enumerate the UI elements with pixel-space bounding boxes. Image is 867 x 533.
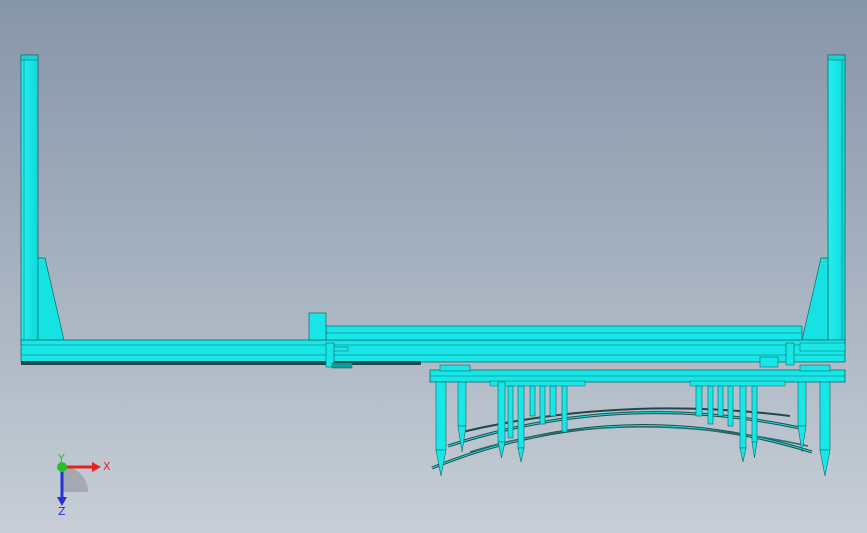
- base-beam[interactable]: [20, 312, 846, 369]
- y-axis-label: Y: [57, 452, 65, 465]
- x-axis-label: X: [103, 460, 111, 473]
- fixture-platform[interactable]: [429, 364, 846, 387]
- right-upright-post[interactable]: [801, 54, 846, 346]
- x-axis-head: [92, 462, 101, 472]
- z-axis-label: Z: [58, 505, 66, 518]
- left-upright-post[interactable]: [20, 54, 65, 346]
- assembly-model[interactable]: X Y Z: [0, 0, 867, 533]
- axis-triad: X Y Z: [57, 452, 111, 518]
- graphics-viewport[interactable]: X Y Z: [0, 0, 867, 533]
- locating-pins[interactable]: [435, 381, 831, 477]
